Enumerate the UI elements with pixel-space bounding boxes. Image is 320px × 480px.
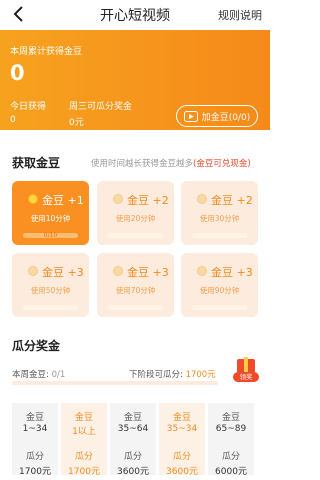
coin-icon xyxy=(28,194,38,204)
page-title: 开心短视频 xyxy=(100,8,170,24)
task-card[interactable]: 金豆 +3 使用70分钟 xyxy=(97,253,174,317)
task-progress-bar xyxy=(192,305,247,310)
task-requirement: 使用50分钟 xyxy=(30,286,71,295)
prize-tier: 金豆 1以上 瓜分 1700元 xyxy=(61,403,107,477)
back-button[interactable] xyxy=(10,5,28,23)
week-beans-line: 本周金豆: 0/1 xyxy=(12,368,65,380)
task-requirement: 使用30分钟 xyxy=(199,214,240,223)
task-reward: 金豆 +2 xyxy=(211,194,253,207)
tier-bean-range: 35~64 xyxy=(117,424,149,434)
tier-prize-value: 1700元 xyxy=(19,467,51,477)
coin-icon xyxy=(113,194,123,204)
tier-bean-range: 65~89 xyxy=(215,424,247,434)
add-beans-button[interactable]: 加金豆(0/0) xyxy=(176,105,258,127)
task-requirement: 使用90分钟 xyxy=(199,286,240,295)
task-reward: 金豆 +3 xyxy=(127,266,169,279)
tier-prize-value: 1700元 xyxy=(68,467,100,477)
week-beans-label: 本周金豆: xyxy=(12,370,49,380)
claim-prize-button[interactable]: 领奖 xyxy=(233,355,259,383)
tier-prize-label: 瓜分 xyxy=(221,452,240,462)
weekly-beans-label: 本周累计获得金豆 xyxy=(10,47,83,57)
claim-label: 领奖 xyxy=(233,372,259,382)
gift-ribbon-icon xyxy=(244,357,248,373)
tier-prize-label: 瓜分 xyxy=(25,452,44,462)
task-progress-value: 0/10 xyxy=(43,232,58,239)
tier-bean-label: 金豆 xyxy=(221,413,240,423)
task-card[interactable]: 金豆 +3 使用90分钟 xyxy=(181,253,258,317)
tier-bean-range: 1以上 xyxy=(72,427,96,437)
tier-bean-label: 金豆 xyxy=(25,413,44,423)
weekly-beans-value: 0 xyxy=(10,61,25,85)
task-reward: 金豆 +3 xyxy=(211,266,253,279)
task-card[interactable]: 金豆 +2 使用30分钟 xyxy=(181,181,258,245)
prize-tier: 金豆 35~34 瓜分 3600元 xyxy=(159,403,205,477)
task-card[interactable]: 金豆 +3 使用50分钟 xyxy=(12,253,89,317)
today-value: 0 xyxy=(10,115,16,125)
prize-section-title: 瓜分奖金 xyxy=(12,339,61,353)
task-progress-bar xyxy=(108,305,163,310)
wednesday-prize-label: 周三可瓜分奖金 xyxy=(69,102,133,112)
task-progress-bar xyxy=(192,233,247,238)
ticket-icon xyxy=(183,110,198,122)
tier-prize-value: 6000元 xyxy=(215,467,247,477)
coin-icon xyxy=(113,266,123,276)
task-card[interactable]: 金豆 +1 使用10分钟 0/10 xyxy=(12,181,89,245)
today-label: 今日获得 xyxy=(10,102,47,112)
add-beans-label: 加金豆(0/0) xyxy=(201,112,251,123)
tier-prize-label: 瓜分 xyxy=(74,452,93,462)
coin-icon xyxy=(197,266,207,276)
next-stage-label: 下阶段可瓜分: xyxy=(129,370,183,380)
task-progress-bar xyxy=(23,305,78,310)
task-reward: 金豆 +3 xyxy=(42,266,84,279)
top-bar: 开心短视频 规则说明 xyxy=(0,0,270,30)
tier-bean-range: 35~34 xyxy=(166,424,198,434)
task-requirement: 使用70分钟 xyxy=(115,286,156,295)
tier-prize-value: 3600元 xyxy=(166,467,198,477)
task-progress-bar xyxy=(108,233,163,238)
tier-bean-label: 金豆 xyxy=(74,413,93,423)
task-progress-text: 0/10 xyxy=(12,232,89,239)
tier-prize-label: 瓜分 xyxy=(123,452,142,462)
prize-tier: 金豆 35~64 瓜分 3600元 xyxy=(110,403,156,477)
tier-bean-range: 1~34 xyxy=(22,424,48,434)
task-requirement: 使用10分钟 xyxy=(30,214,71,223)
week-beans-value: 0/1 xyxy=(51,370,66,380)
earn-hint-text: 使用时间越长获得金豆越多 xyxy=(91,159,194,169)
earn-hint-highlight: (金豆可兑现金) xyxy=(193,159,251,169)
tier-prize-value: 3600元 xyxy=(117,467,149,477)
next-stage-line: 下阶段可瓜分: 1700元 xyxy=(129,368,216,380)
prize-tier: 金豆 1~34 瓜分 1700元 xyxy=(12,403,58,477)
tier-bean-label: 金豆 xyxy=(123,413,142,423)
tier-prize-label: 瓜分 xyxy=(172,452,191,462)
wednesday-prize-value: 0元 xyxy=(69,118,84,128)
task-reward: 金豆 +2 xyxy=(127,194,169,207)
earn-section-title: 获取金豆 xyxy=(12,156,61,170)
task-requirement: 使用20分钟 xyxy=(115,214,156,223)
task-card[interactable]: 金豆 +2 使用20分钟 xyxy=(97,181,174,245)
prize-tier: 金豆 65~89 瓜分 6000元 xyxy=(208,403,254,477)
task-reward: 金豆 +1 xyxy=(42,194,84,207)
earn-hint: 使用时间越长获得金豆越多(金豆可兑现金) xyxy=(91,157,251,169)
next-stage-value: 1700元 xyxy=(185,370,216,380)
tier-bean-label: 金豆 xyxy=(172,413,191,423)
rules-link[interactable]: 规则说明 xyxy=(218,7,262,23)
chevron-left-icon xyxy=(13,6,23,22)
prize-progress-bar xyxy=(12,381,218,385)
coin-icon xyxy=(197,194,207,204)
coin-icon xyxy=(28,266,38,276)
